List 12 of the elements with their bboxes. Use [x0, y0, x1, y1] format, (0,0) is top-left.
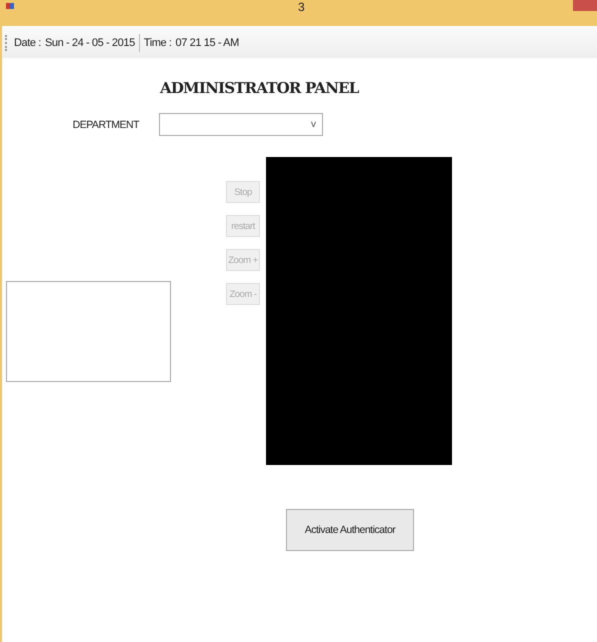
date-value: Sun - 24 - 05 - 2015	[44, 36, 135, 48]
text-box[interactable]	[6, 281, 171, 382]
grip-icon	[5, 34, 8, 50]
date-label: Date :	[14, 36, 41, 48]
department-label: DEPARTMENT	[72, 118, 139, 130]
activate-button[interactable]: Activate Authenticator	[286, 509, 414, 551]
window-title: 3	[298, 0, 305, 14]
department-dropdown[interactable]: v	[159, 113, 323, 136]
time-value: 07 21 15 - AM	[176, 36, 239, 48]
time-label: Time :	[144, 36, 172, 48]
panel-heading: ADMINISTRATOR PANEL	[160, 79, 360, 97]
app-icon	[6, 3, 14, 9]
